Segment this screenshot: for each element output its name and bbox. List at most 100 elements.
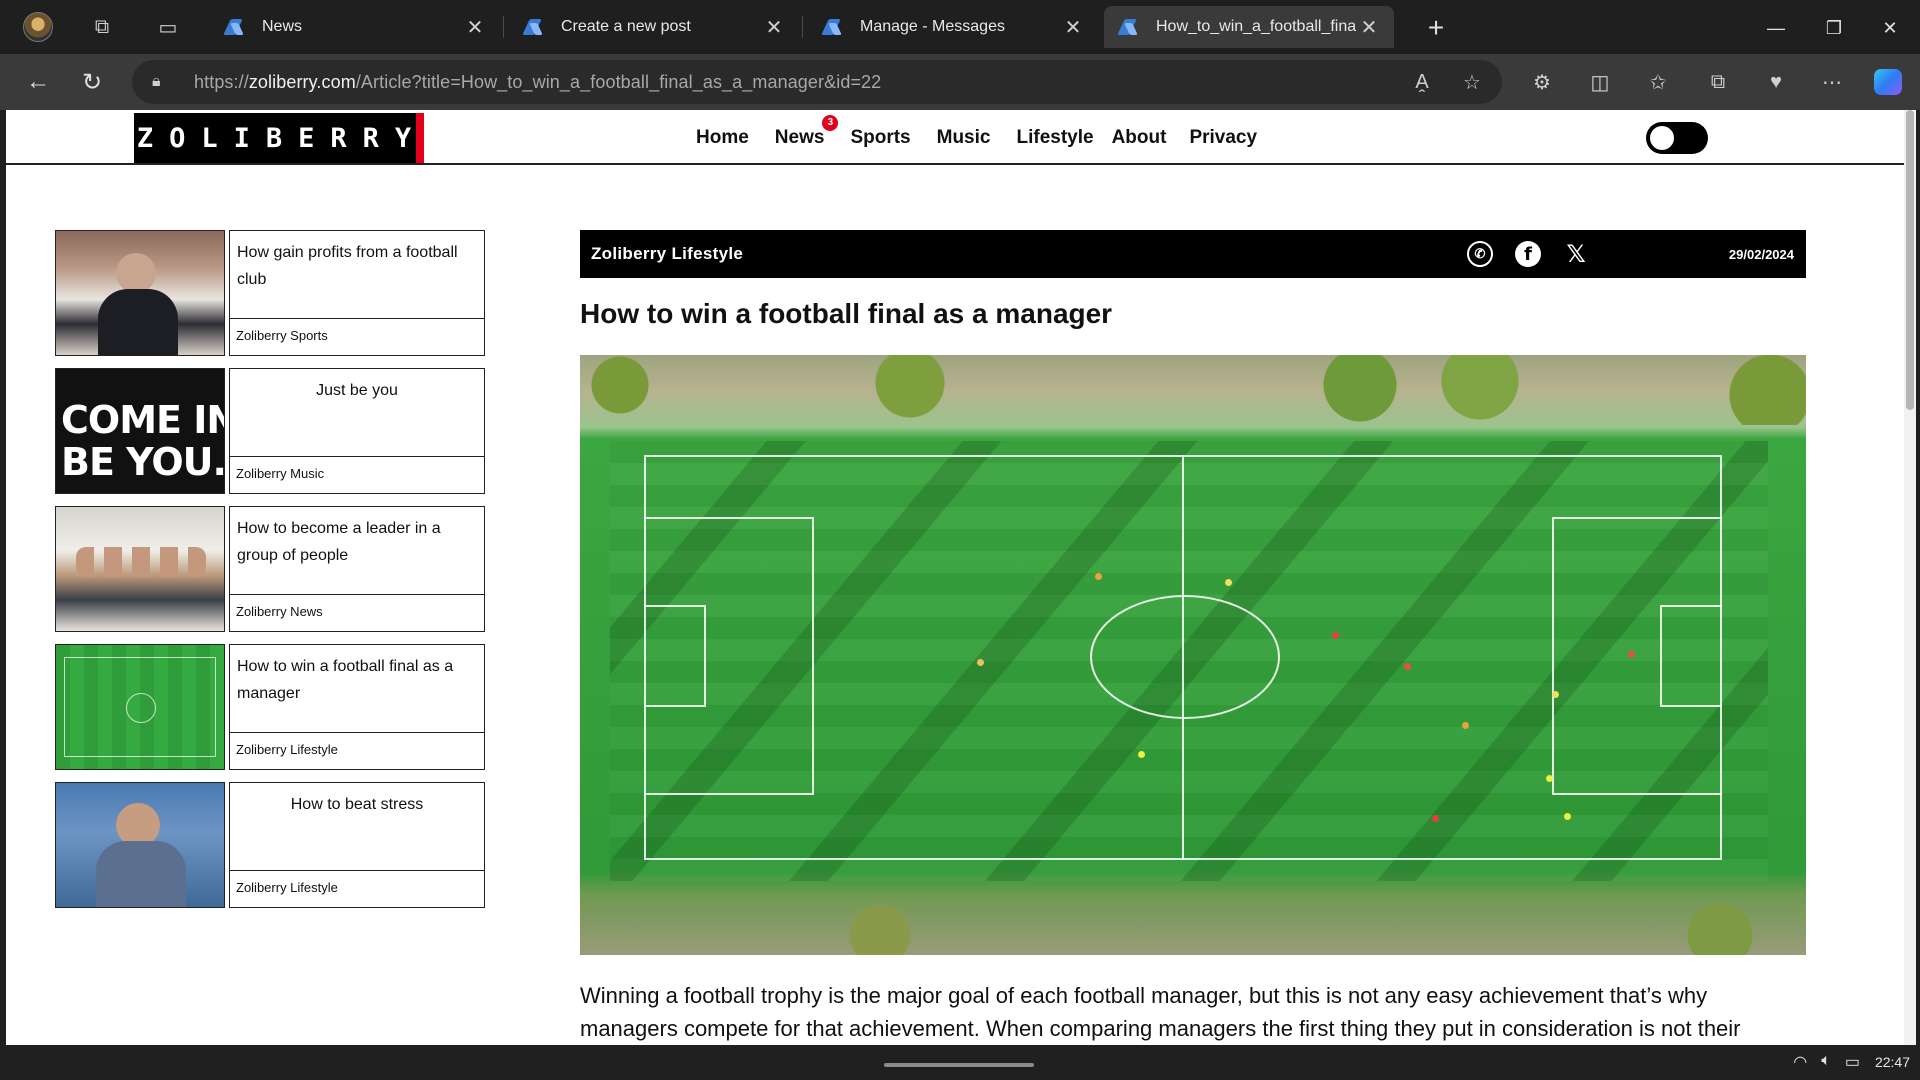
article-body: Winning a football trophy is the major g… <box>580 983 1741 1041</box>
close-icon[interactable]: ✕ <box>464 15 486 40</box>
player-marker <box>977 659 984 666</box>
wifi-icon[interactable]: ◠ <box>1793 1052 1807 1072</box>
card-info: How to become a leader in a group of peo… <box>229 506 485 632</box>
read-aloud-icon[interactable]: A̭ <box>1402 62 1442 102</box>
close-icon[interactable]: ✕ <box>1358 15 1380 40</box>
player-marker <box>1225 579 1232 586</box>
favorites-icon[interactable]: ✩ <box>1636 62 1680 102</box>
menu-about[interactable]: About <box>1112 127 1167 149</box>
restore-button[interactable]: ❐ <box>1806 8 1862 48</box>
system-tray: ◠ 🔈︎ ▭ <box>1779 1052 1860 1072</box>
browser-toolbar: ← ↻ 🔒︎ https://zoliberry.com/Article?tit… <box>0 54 1920 110</box>
favorite-star-icon[interactable]: ☆ <box>1452 62 1492 102</box>
refresh-button[interactable]: ↻ <box>72 62 112 102</box>
main-menu: Home News 3 Sports Music Lifestyle About … <box>696 110 1283 165</box>
article-thumbnail[interactable] <box>55 782 225 908</box>
player-marker <box>1564 813 1571 820</box>
list-item[interactable]: COME IN. BE YOU. Just be you Zoliberry M… <box>55 368 485 494</box>
volume-icon[interactable]: 🔈︎ <box>1821 1052 1831 1072</box>
article-hero-image <box>580 355 1806 955</box>
article-category: Zoliberry Lifestyle <box>591 244 744 263</box>
menu-news-label: News <box>774 126 825 148</box>
scrollbar-thumb[interactable] <box>1906 110 1914 410</box>
browser-tab-bar: ⧉ ▭ News ✕ Create a new post ✕ Manage - … <box>0 0 1920 54</box>
address-bar[interactable]: 🔒︎ https://zoliberry.com/Article?title=H… <box>132 60 1502 104</box>
site-favicon-icon <box>224 17 244 37</box>
back-button[interactable]: ← <box>18 62 58 102</box>
tab-manage-messages[interactable]: Manage - Messages ✕ <box>808 6 1098 48</box>
extensions-icon[interactable]: ⚙ <box>1520 62 1564 102</box>
share-buttons: ✆ f 𝕏 <box>1467 230 1611 278</box>
thumbnail-text: COME IN. BE YOU. <box>61 398 225 484</box>
card-info: How gain profits from a football club Zo… <box>229 230 485 356</box>
close-icon[interactable]: ✕ <box>1062 15 1084 40</box>
player-marker <box>1332 632 1339 639</box>
list-item[interactable]: How to beat stress Zoliberry Lifestyle <box>55 782 485 908</box>
split-screen-icon[interactable]: ◫ <box>1578 62 1622 102</box>
url-path: /Article?title=How_to_win_a_football_fin… <box>355 71 882 92</box>
card-title[interactable]: How to beat stress <box>230 783 484 871</box>
copilot-icon[interactable] <box>1866 62 1910 102</box>
tab-create-post[interactable]: Create a new post ✕ <box>509 6 799 48</box>
site-logo[interactable]: ZOLIBERRY <box>134 113 424 163</box>
article-thumbnail[interactable]: COME IN. BE YOU. <box>55 368 225 494</box>
menu-sports[interactable]: Sports <box>850 127 910 149</box>
card-title[interactable]: Just be you <box>230 369 484 457</box>
system-clock[interactable]: 22:47 <box>1875 1054 1910 1070</box>
card-title[interactable]: How gain profits from a football club <box>230 231 484 319</box>
close-icon[interactable]: ✕ <box>763 15 785 40</box>
tab-article[interactable]: How_to_win_a_football_fina ✕ <box>1104 6 1394 48</box>
more-options-icon[interactable]: ⋯ <box>1810 62 1854 102</box>
lock-icon: 🔒︎ <box>152 73 161 90</box>
card-info: How to win a football final as a manager… <box>229 644 485 770</box>
list-item[interactable]: How to become a leader in a group of peo… <box>55 506 485 632</box>
tab-actions-icon[interactable]: ▭ <box>146 5 190 49</box>
menu-music[interactable]: Music <box>937 127 991 149</box>
list-item[interactable]: How gain profits from a football club Zo… <box>55 230 485 356</box>
article-thumbnail[interactable] <box>55 506 225 632</box>
tab-divider <box>503 16 504 38</box>
battery-icon[interactable]: ▭ <box>1845 1052 1860 1072</box>
card-category: Zoliberry Lifestyle <box>236 742 338 757</box>
player-marker <box>1138 751 1145 758</box>
notification-badge: 3 <box>822 114 839 131</box>
list-item[interactable]: How to win a football final as a manager… <box>55 644 485 770</box>
tab-divider <box>802 16 803 38</box>
player-marker <box>1432 815 1439 822</box>
menu-lifestyle[interactable]: Lifestyle <box>1016 127 1093 149</box>
site-favicon-icon <box>1118 17 1138 37</box>
dark-mode-toggle[interactable] <box>1646 122 1708 154</box>
minimize-button[interactable]: — <box>1748 8 1804 48</box>
new-tab-button[interactable]: + <box>1416 8 1456 48</box>
taskbar-handle[interactable] <box>884 1063 1034 1067</box>
window-close-button[interactable]: ✕ <box>1862 8 1918 48</box>
page-viewport: ZOLIBERRY Home News 3 Sports Music Lifest… <box>6 110 1904 1045</box>
profile-avatar[interactable] <box>16 5 60 49</box>
player-marker <box>1404 663 1411 670</box>
related-articles-sidebar: How gain profits from a football club Zo… <box>55 230 485 920</box>
url-scheme: https:// <box>194 71 249 92</box>
tab-news[interactable]: News ✕ <box>210 6 500 48</box>
card-category: Zoliberry News <box>236 604 323 619</box>
article-thumbnail[interactable] <box>55 230 225 356</box>
x-twitter-icon[interactable]: 𝕏 <box>1563 240 1589 268</box>
menu-privacy[interactable]: Privacy <box>1189 127 1257 149</box>
player-marker <box>1628 651 1635 658</box>
hero-trees <box>580 355 1806 425</box>
card-title[interactable]: How to become a leader in a group of peo… <box>230 507 484 595</box>
copilot-logo <box>1874 69 1902 95</box>
article-thumbnail[interactable] <box>55 644 225 770</box>
menu-home[interactable]: Home <box>696 127 749 149</box>
hero-bottom-trees <box>580 895 1806 955</box>
whatsapp-icon[interactable]: ✆ <box>1467 241 1493 267</box>
card-title[interactable]: How to win a football final as a manager <box>230 645 484 733</box>
collections-icon[interactable]: ⧉ <box>1696 62 1740 102</box>
workspaces-icon[interactable]: ⧉ <box>80 5 124 49</box>
menu-news[interactable]: News 3 <box>774 114 839 149</box>
url-text[interactable]: https://zoliberry.com/Article?title=How_… <box>194 72 881 93</box>
article-date: 29/02/2024 <box>1728 246 1794 262</box>
facebook-icon[interactable]: f <box>1515 241 1541 267</box>
page-scrollbar[interactable] <box>1904 110 1916 1045</box>
browser-essentials-icon[interactable]: ♥ <box>1754 62 1798 102</box>
article-title: How to win a football final as a manager <box>580 298 1113 329</box>
